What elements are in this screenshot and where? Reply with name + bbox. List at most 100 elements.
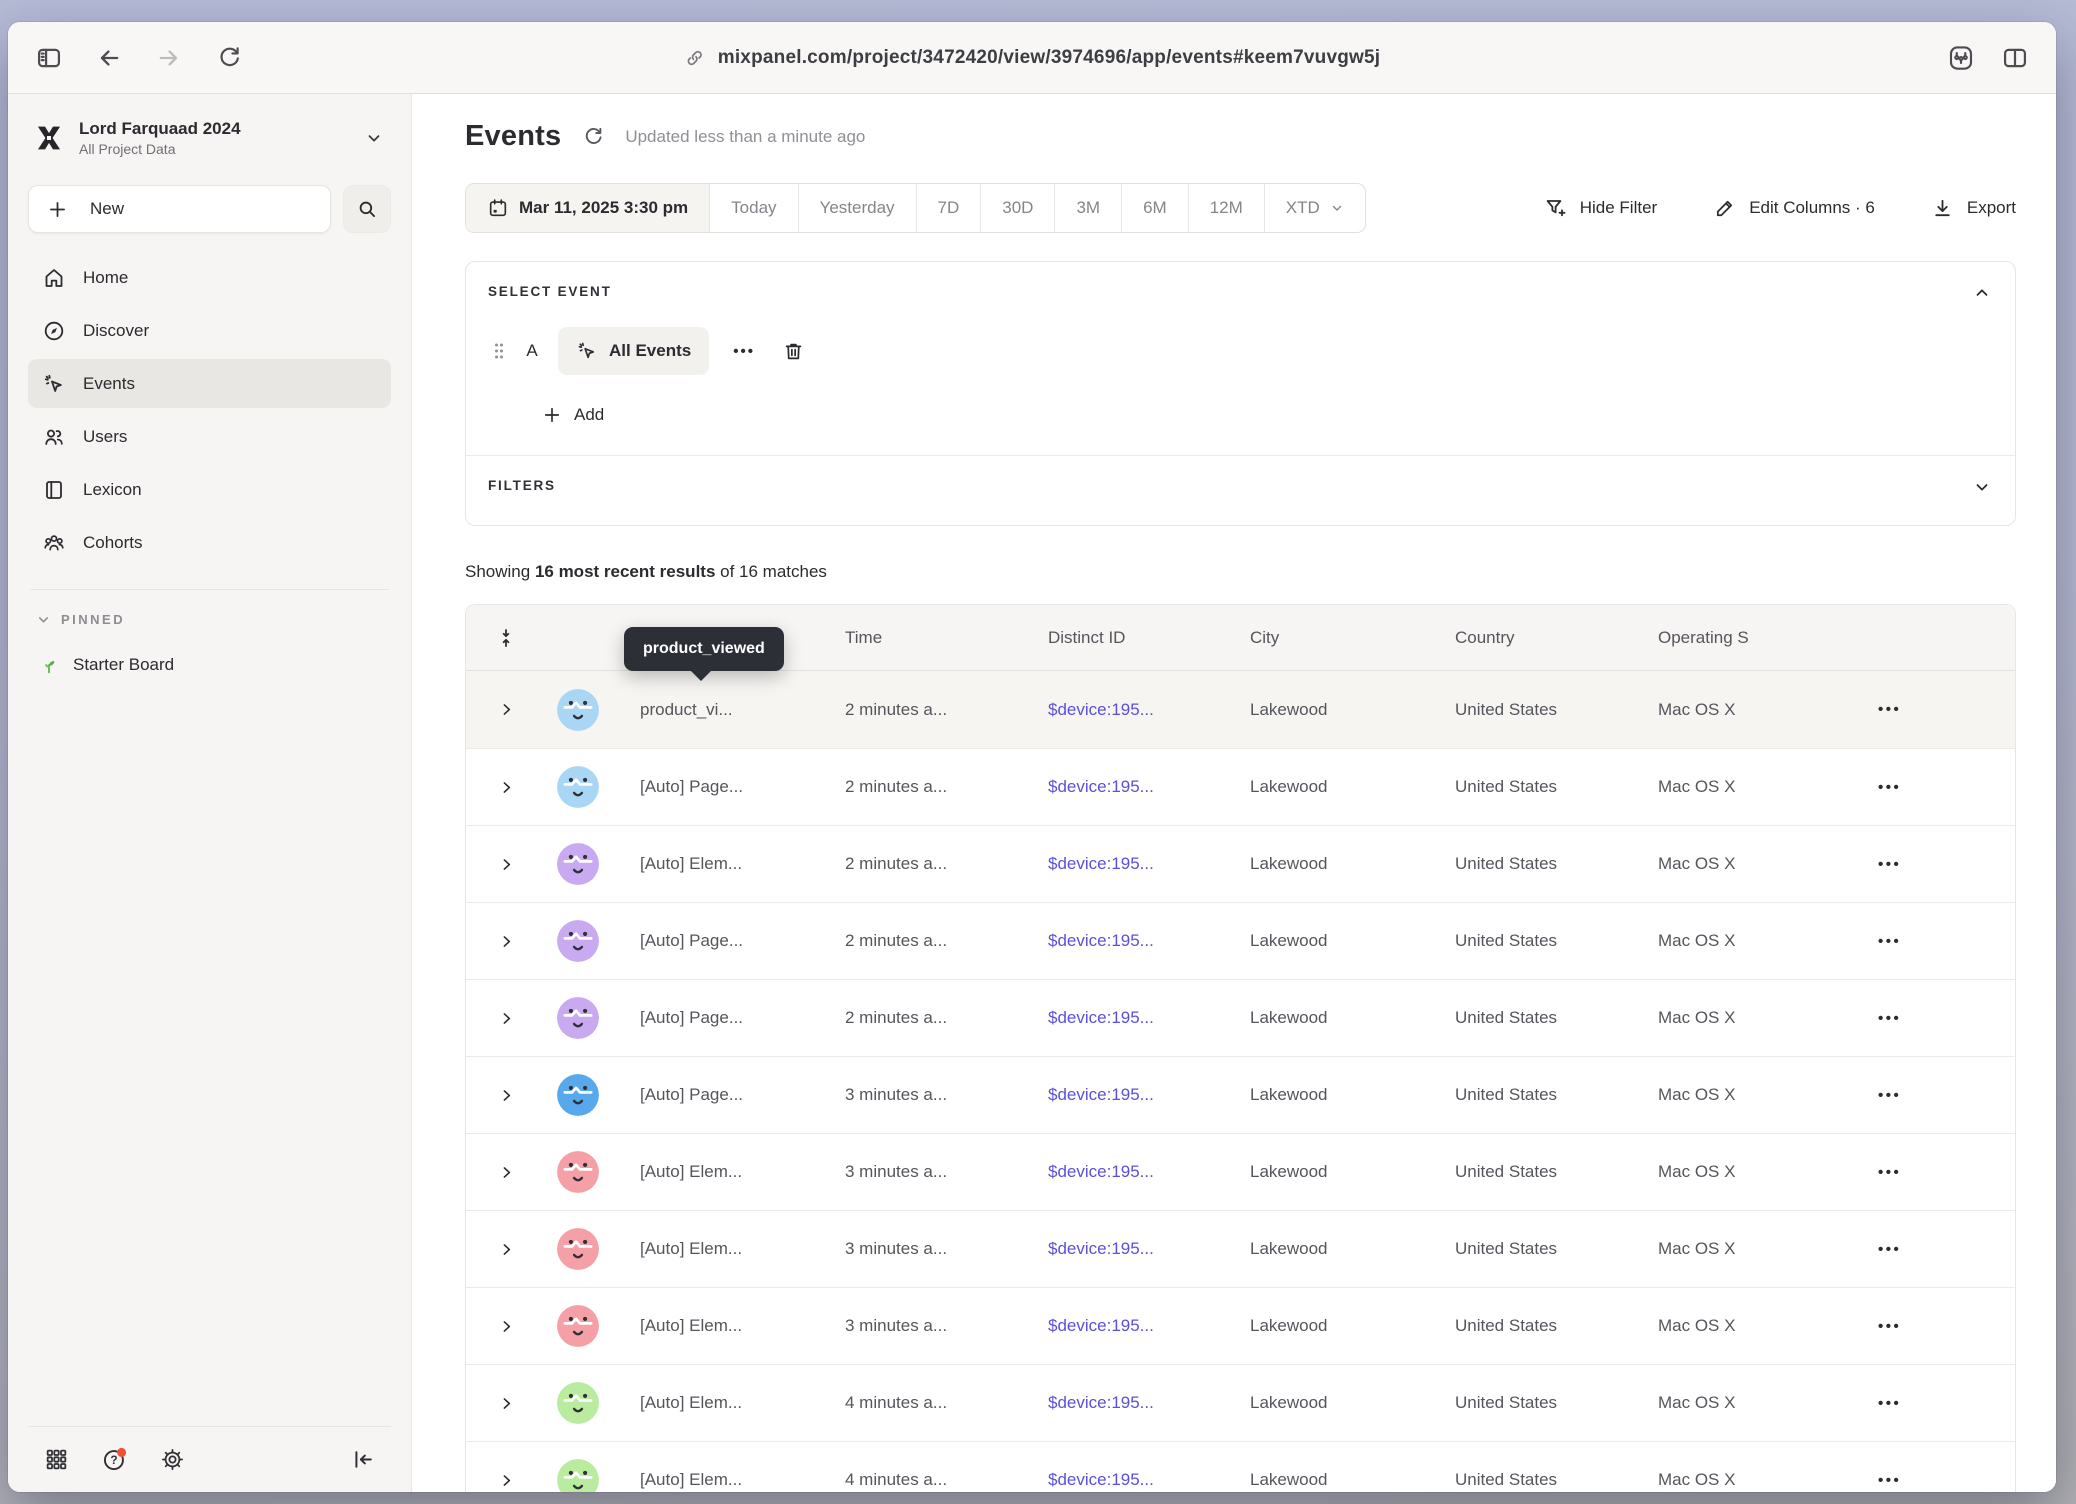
expand-row-icon[interactable] [466,1164,546,1181]
expand-row-icon[interactable] [466,856,546,873]
table-body: product_vi...2 minutes a...$device:195..… [466,671,2015,1492]
browser-split-view-icon[interactable] [2000,43,2030,73]
preset-today[interactable]: Today [710,184,798,232]
project-switcher[interactable]: Lord Farquaad 2024 All Project Data [28,112,391,163]
row-more-options-icon[interactable]: ••• [1818,701,2015,718]
distinct-id-link[interactable]: $device:195... [1018,854,1220,874]
distinct-id-link[interactable]: $device:195... [1018,1008,1220,1028]
distinct-id-link[interactable]: $device:195... [1018,1316,1220,1336]
event-tooltip: product_viewed [624,627,784,671]
compass-icon [42,319,66,343]
expand-row-icon[interactable] [466,1472,546,1489]
browser-sidebar-toggle-icon[interactable] [34,43,64,73]
export-button[interactable]: Export [1931,197,2016,220]
preset-6m[interactable]: 6M [1122,184,1189,232]
sidebar-item-events[interactable]: Events [28,359,391,408]
event-name-cell: [Auto] Elem... [610,1316,815,1336]
row-more-options-icon[interactable]: ••• [1818,1395,2015,1412]
row-more-options-icon[interactable]: ••• [1818,1087,2015,1104]
distinct-id-link[interactable]: $device:195... [1018,1085,1220,1105]
settings-gear-icon[interactable] [156,1444,188,1476]
sidebar-item-starter-board[interactable]: Starter Board [28,641,391,689]
sidebar-item-cohorts[interactable]: Cohorts [28,518,391,567]
sidebar-item-discover[interactable]: Discover [28,306,391,355]
preset-yesterday[interactable]: Yesterday [799,184,917,232]
sidebar-item-lexicon[interactable]: Lexicon [28,465,391,514]
hide-filter-label: Hide Filter [1580,198,1657,218]
city-cell: Lakewood [1220,1316,1425,1336]
preset-30d[interactable]: 30D [981,184,1055,232]
pinned-section-header[interactable]: PINNED [36,612,391,627]
desktop-background: mixpanel.com/project/3472420/view/397469… [0,0,2076,1504]
help-icon[interactable]: ? [98,1444,130,1476]
table-row[interactable]: [Auto] Page...2 minutes a...$device:195.… [466,902,2015,979]
collapse-sidebar-icon[interactable] [347,1444,379,1476]
distinct-id-link[interactable]: $device:195... [1018,1470,1220,1490]
row-more-options-icon[interactable]: ••• [1818,779,2015,796]
row-more-options-icon[interactable]: ••• [1818,933,2015,950]
table-row[interactable]: [Auto] Elem...3 minutes a...$device:195.… [466,1133,2015,1210]
date-picker[interactable]: Mar 11, 2025 3:30 pm [466,184,710,232]
row-more-options-icon[interactable]: ••• [1818,1472,2015,1489]
row-more-options-icon[interactable]: ••• [1818,1241,2015,1258]
row-more-options-icon[interactable]: ••• [1818,1318,2015,1335]
table-row[interactable]: [Auto] Elem...3 minutes a...$device:195.… [466,1210,2015,1287]
distinct-id-link[interactable]: $device:195... [1018,1162,1220,1182]
trash-icon[interactable] [779,336,809,366]
event-avatar [546,1074,610,1116]
add-event-button[interactable]: Add [542,405,1989,425]
all-events-chip[interactable]: All Events [558,327,709,375]
expand-row-icon[interactable] [466,1395,546,1412]
expand-row-icon[interactable] [466,1010,546,1027]
edit-columns-button[interactable]: Edit Columns · 6 [1713,197,1875,220]
distinct-id-link[interactable]: $device:195... [1018,777,1220,797]
pinned-label: PINNED [61,612,125,627]
country-cell: United States [1425,854,1628,874]
preset-12m[interactable]: 12M [1189,184,1265,232]
table-row[interactable]: [Auto] Page...3 minutes a...$device:195.… [466,1056,2015,1133]
search-button[interactable] [343,185,391,233]
preset-7d[interactable]: 7D [917,184,982,232]
sidebar-item-home[interactable]: Home [28,253,391,302]
preset-3m[interactable]: 3M [1055,184,1122,232]
browser-reload-icon[interactable] [214,43,244,73]
sidebar-item-users[interactable]: Users [28,412,391,461]
add-label: Add [574,405,604,425]
apps-grid-icon[interactable] [40,1444,72,1476]
chevron-down-icon[interactable] [1973,478,1991,496]
new-button[interactable]: New [28,185,331,233]
refresh-icon[interactable] [579,123,607,151]
collapse-rows-icon[interactable] [466,627,546,649]
expand-row-icon[interactable] [466,701,546,718]
country-cell: United States [1425,931,1628,951]
distinct-id-link[interactable]: $device:195... [1018,1239,1220,1259]
distinct-id-link[interactable]: $device:195... [1018,931,1220,951]
browser-page-settings-icon[interactable] [1946,43,1976,73]
table-row[interactable]: [Auto] Elem...2 minutes a...$device:195.… [466,825,2015,902]
expand-row-icon[interactable] [466,779,546,796]
distinct-id-link[interactable]: $device:195... [1018,1393,1220,1413]
expand-row-icon[interactable] [466,1087,546,1104]
row-more-options-icon[interactable]: ••• [1818,856,2015,873]
table-row[interactable]: [Auto] Page...2 minutes a...$device:195.… [466,979,2015,1056]
browser-back-icon[interactable] [94,43,124,73]
expand-row-icon[interactable] [466,933,546,950]
distinct-id-link[interactable]: $device:195... [1018,700,1220,720]
preset-xtd[interactable]: XTD [1265,184,1365,232]
row-more-options-icon[interactable]: ••• [1818,1010,2015,1027]
table-row[interactable]: [Auto] Page...2 minutes a...$device:195.… [466,748,2015,825]
url-bar[interactable]: mixpanel.com/project/3472420/view/397469… [684,47,1381,69]
table-row[interactable]: product_vi...2 minutes a...$device:195..… [466,671,2015,748]
table-row[interactable]: [Auto] Elem...4 minutes a...$device:195.… [466,1441,2015,1492]
expand-row-icon[interactable] [466,1241,546,1258]
url-text: mixpanel.com/project/3472420/view/397469… [718,47,1381,69]
table-row[interactable]: [Auto] Elem...3 minutes a...$device:195.… [466,1287,2015,1364]
table-row[interactable]: [Auto] Elem...4 minutes a...$device:195.… [466,1364,2015,1441]
chevron-up-icon[interactable] [1973,284,1991,302]
event-more-options-icon[interactable]: ••• [727,343,761,360]
expand-row-icon[interactable] [466,1318,546,1335]
drag-handle-icon[interactable] [492,341,506,361]
search-icon [356,198,378,220]
hide-filter-button[interactable]: Hide Filter [1543,196,1657,220]
row-more-options-icon[interactable]: ••• [1818,1164,2015,1181]
